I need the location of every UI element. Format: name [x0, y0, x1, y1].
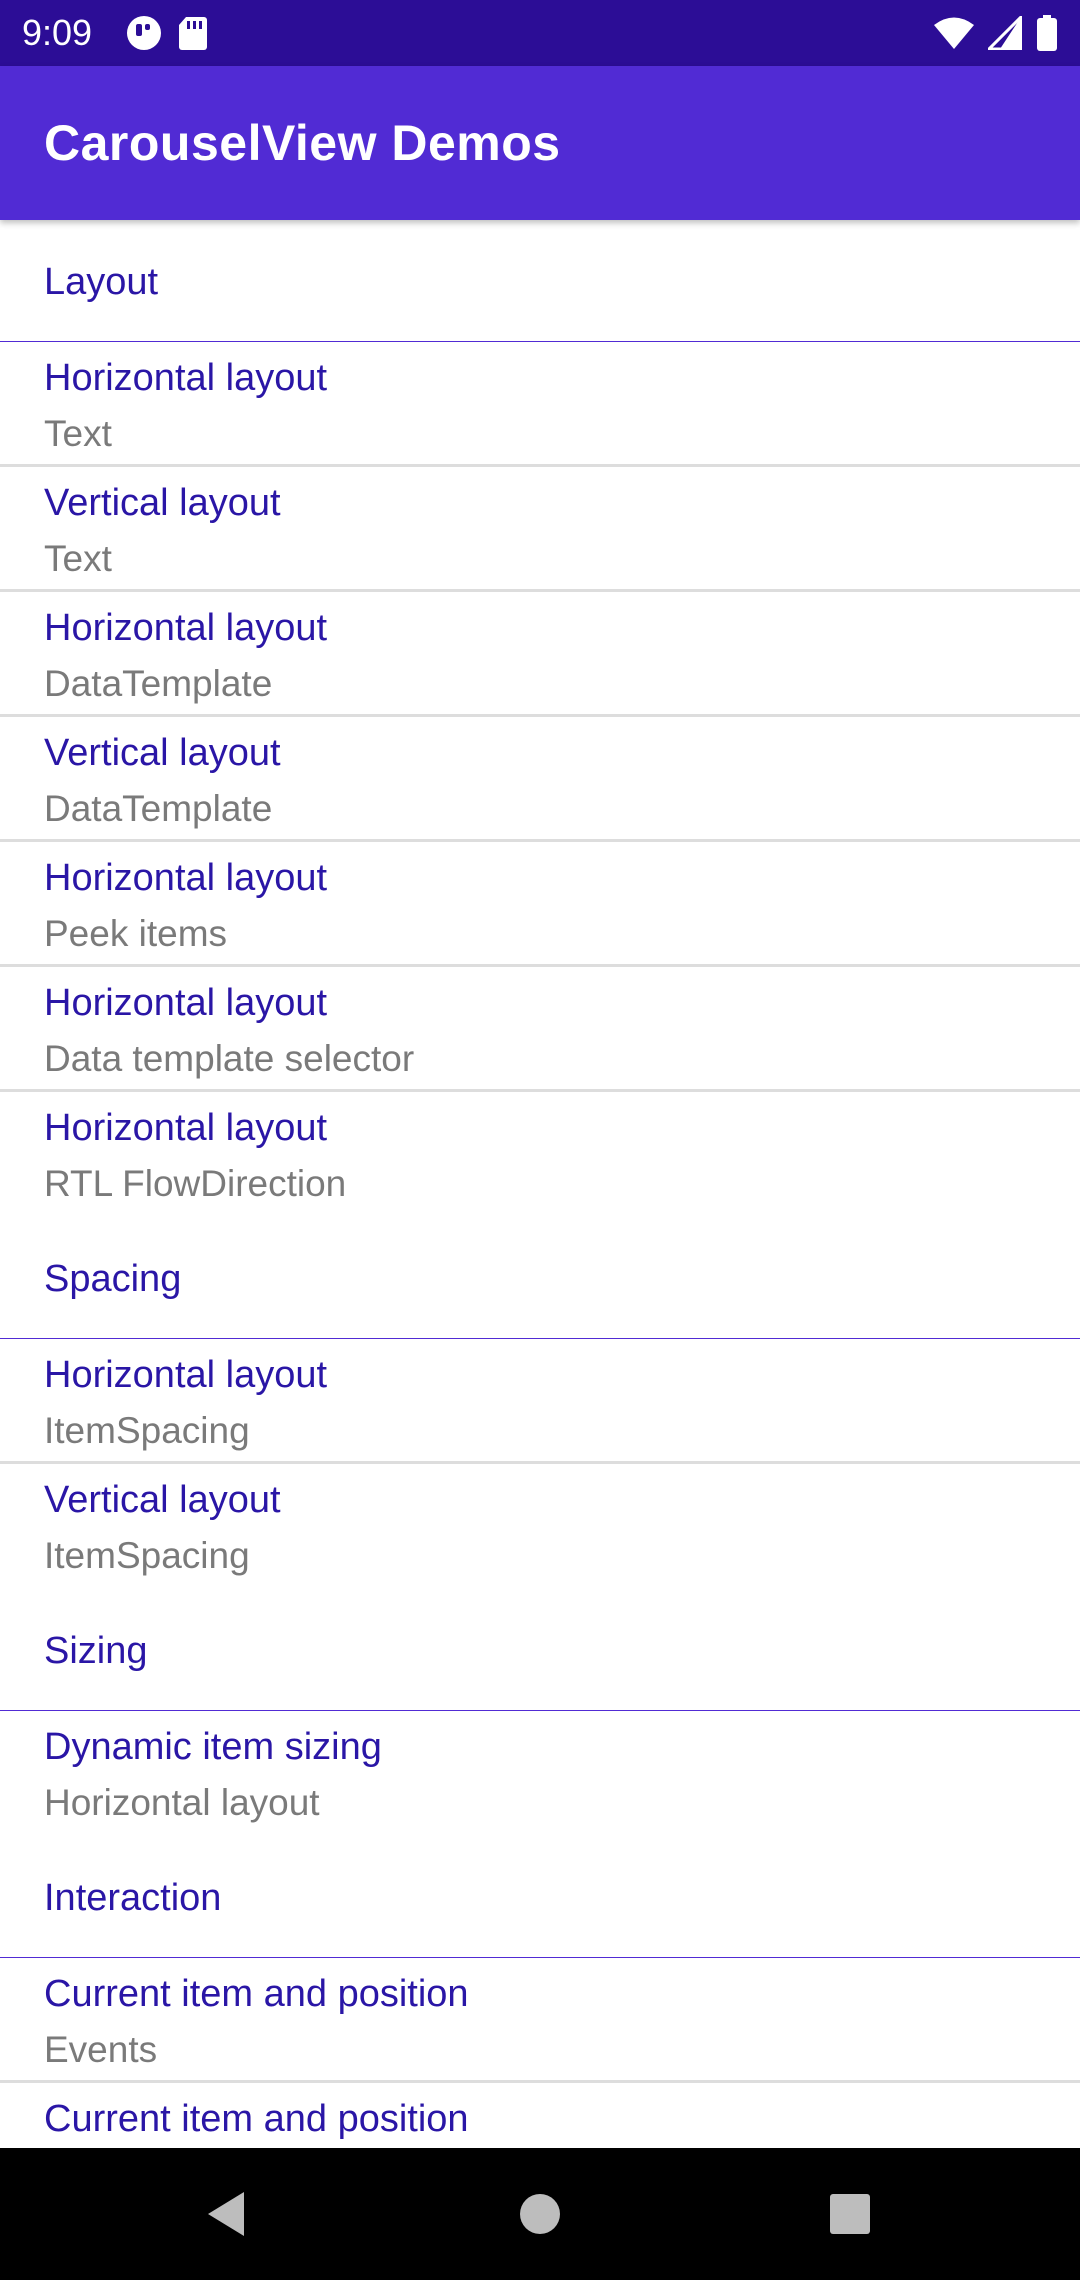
- list-item[interactable]: Current item and position Events: [0, 1958, 1080, 2083]
- list-item[interactable]: Horizontal layout DataTemplate: [0, 592, 1080, 717]
- sd-card-icon: [179, 17, 207, 50]
- item-detail: ItemSpacing: [44, 1535, 250, 1576]
- group-header-label: Sizing: [44, 1630, 148, 1672]
- group-spacing: Spacing Horizontal layout ItemSpacing Ve…: [0, 1217, 1080, 1589]
- status-bar: 9:09: [0, 0, 1080, 66]
- item-detail: Events: [44, 2029, 158, 2070]
- item-detail: DataTemplate: [44, 788, 273, 829]
- item-title: Current item and position: [44, 1973, 469, 2015]
- item-detail: DataTemplate: [44, 663, 273, 704]
- item-title: Horizontal layout: [44, 607, 328, 649]
- item-title: Current item and position: [44, 2098, 469, 2140]
- list-item[interactable]: Vertical layout DataTemplate: [0, 717, 1080, 842]
- list-item[interactable]: Vertical layout ItemSpacing: [0, 1464, 1080, 1589]
- status-notification-icons: [126, 15, 208, 51]
- item-title: Horizontal layout: [44, 857, 328, 899]
- group-header-label: Layout: [44, 261, 159, 303]
- item-detail: RTL FlowDirection: [44, 1163, 347, 1204]
- item-detail: Horizontal layout: [44, 1782, 320, 1823]
- list-item[interactable]: Horizontal layout Data template selector: [0, 967, 1080, 1092]
- list-item[interactable]: Dynamic item sizing Horizontal layout: [0, 1711, 1080, 1836]
- navigation-bar: [0, 2148, 1080, 2280]
- group-header: Layout: [0, 220, 1080, 342]
- group-header: Spacing: [0, 1217, 1080, 1339]
- recents-icon: [830, 2194, 870, 2234]
- item-title: Horizontal layout: [44, 1107, 328, 1149]
- media-app-icon: [127, 16, 161, 50]
- grouped-list[interactable]: Layout Horizontal layout Text Vertical l…: [0, 220, 1080, 2148]
- list-item[interactable]: Horizontal layout Peek items: [0, 842, 1080, 967]
- back-icon: [208, 2192, 244, 2236]
- group-header-label: Interaction: [44, 1877, 222, 1919]
- group-sizing: Sizing Dynamic item sizing Horizontal la…: [0, 1589, 1080, 1836]
- back-button[interactable]: [166, 2148, 286, 2280]
- item-detail: Text: [44, 538, 112, 579]
- item-title: Dynamic item sizing: [44, 1726, 382, 1768]
- item-title: Vertical layout: [44, 732, 281, 774]
- item-detail: ItemSpacing: [44, 1410, 250, 1451]
- list-item[interactable]: Current item and position: [0, 2083, 1080, 2148]
- item-title: Horizontal layout: [44, 1354, 328, 1396]
- battery-icon: [1037, 15, 1057, 51]
- group-header: Interaction: [0, 1836, 1080, 1958]
- item-detail: Data template selector: [44, 1038, 415, 1079]
- list-item[interactable]: Horizontal layout RTL FlowDirection: [0, 1092, 1080, 1217]
- recents-button[interactable]: [790, 2148, 910, 2280]
- item-detail: Peek items: [44, 913, 228, 954]
- wifi-icon: [934, 17, 974, 49]
- list-item[interactable]: Horizontal layout ItemSpacing: [0, 1339, 1080, 1464]
- group-header-label: Spacing: [44, 1258, 182, 1300]
- item-detail: Text: [44, 413, 112, 454]
- group-interaction: Interaction Current item and position Ev…: [0, 1836, 1080, 2148]
- list-item[interactable]: Horizontal layout Text: [0, 342, 1080, 467]
- page-title: CarouselView Demos: [44, 115, 561, 171]
- item-title: Horizontal layout: [44, 357, 328, 399]
- home-button[interactable]: [480, 2148, 600, 2280]
- group-layout: Layout Horizontal layout Text Vertical l…: [0, 220, 1080, 1217]
- home-icon: [520, 2194, 560, 2234]
- item-title: Vertical layout: [44, 1479, 281, 1521]
- item-title: Vertical layout: [44, 482, 281, 524]
- group-header: Sizing: [0, 1589, 1080, 1711]
- cellular-signal-icon: [988, 16, 1022, 50]
- item-title: Horizontal layout: [44, 982, 328, 1024]
- list-item[interactable]: Vertical layout Text: [0, 467, 1080, 592]
- status-system-icons: [934, 15, 1058, 51]
- app-bar: CarouselView Demos: [0, 66, 1080, 220]
- status-time: 9:09: [22, 12, 93, 53]
